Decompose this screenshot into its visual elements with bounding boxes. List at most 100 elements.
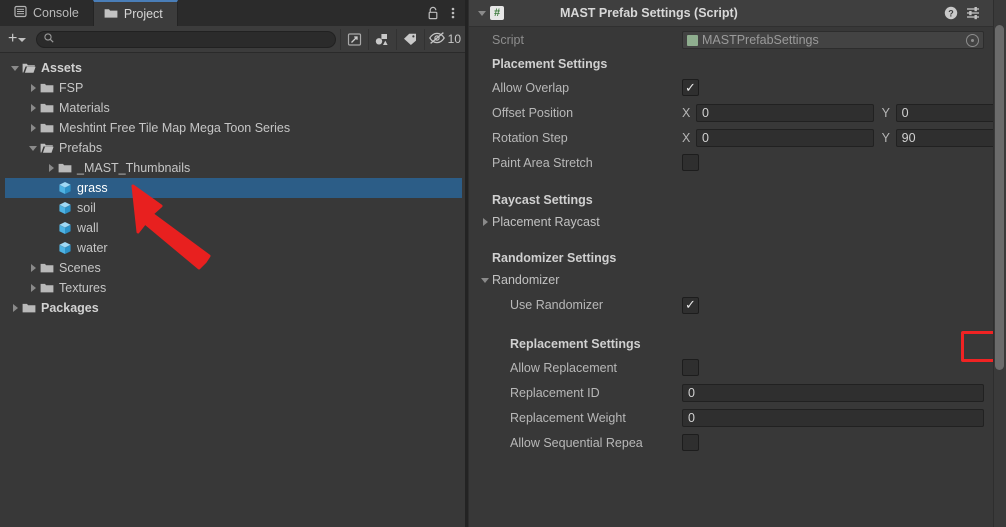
lock-icon[interactable] <box>424 2 442 24</box>
rotation-step-x: X <box>682 129 882 147</box>
object-picker-icon[interactable] <box>966 34 979 47</box>
allow-replacement-checkbox[interactable] <box>682 359 699 376</box>
inspector-body: Placement Settings Allow Overlap ✓ Offse… <box>468 53 1006 527</box>
chevron-down-icon <box>18 38 26 42</box>
tree-twisty-empty <box>44 218 58 238</box>
tree-item-label: Prefabs <box>59 141 102 155</box>
tree-item-assets[interactable]: Assets <box>0 58 465 78</box>
scrollbar-thumb[interactable] <box>995 25 1004 370</box>
hidden-assets-count[interactable]: 10 <box>424 29 466 50</box>
chevron-right-icon[interactable] <box>44 158 58 178</box>
chevron-right-icon[interactable] <box>26 98 40 118</box>
tree-item-textures[interactable]: Textures <box>0 278 465 298</box>
tree-item-label: Textures <box>59 281 106 295</box>
tab-project-label: Project <box>124 7 163 21</box>
tree-item-mast-thumbnails[interactable]: _MAST_Thumbnails <box>0 158 465 178</box>
allow-replacement-label: Allow Replacement <box>510 361 682 375</box>
prefab-cube-icon <box>58 241 72 255</box>
spacer-placement-raycast <box>468 175 1006 189</box>
offset-position-y-input[interactable] <box>896 104 1006 122</box>
allow-overlap-checkbox[interactable]: ✓ <box>682 79 699 96</box>
placement-raycast-label: Placement Raycast <box>492 215 600 229</box>
tree-item-scenes[interactable]: Scenes <box>0 258 465 278</box>
allow-overlap-label: Allow Overlap <box>492 81 682 95</box>
filter-by-type-icon[interactable] <box>368 29 396 50</box>
tree-item-label: Scenes <box>59 261 101 275</box>
add-asset-button[interactable]: + <box>4 30 30 49</box>
component-foldout-toggle[interactable] <box>474 0 490 27</box>
preset-icon[interactable] <box>962 2 984 24</box>
chevron-right-icon <box>478 218 492 226</box>
row-paint-area-stretch: Paint Area Stretch <box>468 150 1006 175</box>
chevron-right-icon[interactable] <box>26 118 40 138</box>
script-badge-icon: # <box>490 6 504 20</box>
folder-icon <box>40 82 54 94</box>
rotation-step-label: Rotation Step <box>492 131 682 145</box>
component-title: MAST Prefab Settings (Script) <box>560 6 738 20</box>
tree-item-packages[interactable]: Packages <box>0 298 465 318</box>
chevron-right-icon[interactable] <box>26 78 40 98</box>
search-field[interactable] <box>36 31 335 48</box>
allow-sequential-repeat-checkbox[interactable] <box>682 434 699 451</box>
script-field-label: Script <box>492 33 682 47</box>
tree-twisty-empty <box>44 178 58 198</box>
project-panel: Console Project <box>0 0 468 527</box>
tree-indent <box>0 58 8 78</box>
search-jump-icon[interactable] <box>340 29 368 50</box>
tree-twisty-empty <box>44 238 58 258</box>
filter-by-label-icon[interactable] <box>396 29 424 50</box>
tree-item-materials[interactable]: Materials <box>0 98 465 118</box>
replacement-id-input[interactable] <box>682 384 984 402</box>
tree-item-soil[interactable]: soil <box>0 198 465 218</box>
help-icon[interactable]: ? <box>940 2 962 24</box>
inspector-panel: # MAST Prefab Settings (Script) ? <box>468 0 1006 527</box>
chevron-down-icon[interactable] <box>26 138 40 158</box>
chevron-right-icon[interactable] <box>26 258 40 278</box>
paint-area-stretch-checkbox[interactable] <box>682 154 699 171</box>
tree-item-grass[interactable]: grass <box>5 178 462 198</box>
spacer-randomizer-replacement <box>468 319 1006 333</box>
offset-position-x-input[interactable] <box>696 104 874 122</box>
tree-item-water[interactable]: water <box>0 238 465 258</box>
chevron-right-icon[interactable] <box>8 298 22 318</box>
row-allow-replacement: Allow Replacement <box>468 355 1006 380</box>
prefab-cube-icon <box>58 201 72 215</box>
use-randomizer-checkbox[interactable]: ✓ <box>682 297 699 314</box>
folder-icon <box>104 7 118 22</box>
axis-label-x: X <box>682 131 696 145</box>
inspector-vertical-scrollbar[interactable] <box>993 0 1006 527</box>
foldout-placement-raycast[interactable]: Placement Raycast <box>468 211 1006 233</box>
rotation-step-x-input[interactable] <box>696 129 874 147</box>
folder-icon <box>40 102 54 114</box>
kebab-menu-icon[interactable] <box>444 2 462 24</box>
tree-item-prefabs[interactable]: Prefabs <box>0 138 465 158</box>
project-filter-group: 10 <box>340 28 466 51</box>
rotation-step-y-input[interactable] <box>896 129 1006 147</box>
tree-item-meshtint-free-tile-map-mega-toon-series[interactable]: Meshtint Free Tile Map Mega Toon Series <box>0 118 465 138</box>
tree-indent <box>0 278 26 298</box>
section-title-raycast: Raycast Settings <box>468 189 1006 211</box>
row-replacement-id: Replacement ID <box>468 380 1006 405</box>
search-input[interactable] <box>54 32 330 47</box>
chevron-down-icon <box>478 278 492 283</box>
script-object-field[interactable]: MASTPrefabSettings <box>682 31 984 49</box>
chevron-down-icon[interactable] <box>8 58 22 78</box>
spacer-raycast-randomizer <box>468 233 1006 247</box>
tabbar-spacer <box>178 0 424 26</box>
script-field-value: MASTPrefabSettings <box>702 33 966 47</box>
tab-project[interactable]: Project <box>93 0 178 26</box>
section-title-randomizer: Randomizer Settings <box>468 247 1006 269</box>
chevron-right-icon[interactable] <box>26 278 40 298</box>
tree-item-label: Assets <box>41 61 82 75</box>
component-header[interactable]: # MAST Prefab Settings (Script) ? <box>468 0 1006 27</box>
row-use-randomizer: Use Randomizer ✓ <box>468 291 1006 319</box>
tree-item-wall[interactable]: wall <box>0 218 465 238</box>
offset-position-label: Offset Position <box>492 106 682 120</box>
tree-twisty-empty <box>44 198 58 218</box>
replacement-weight-input[interactable] <box>682 409 984 427</box>
tree-item-fsp[interactable]: FSP <box>0 78 465 98</box>
project-asset-tree[interactable]: Assets FSPMaterialsMeshtint Free Tile Map… <box>0 54 465 527</box>
script-badge-glyph: # <box>494 8 500 19</box>
tab-console[interactable]: Console <box>4 0 93 26</box>
foldout-randomizer[interactable]: Randomizer <box>468 269 1006 291</box>
